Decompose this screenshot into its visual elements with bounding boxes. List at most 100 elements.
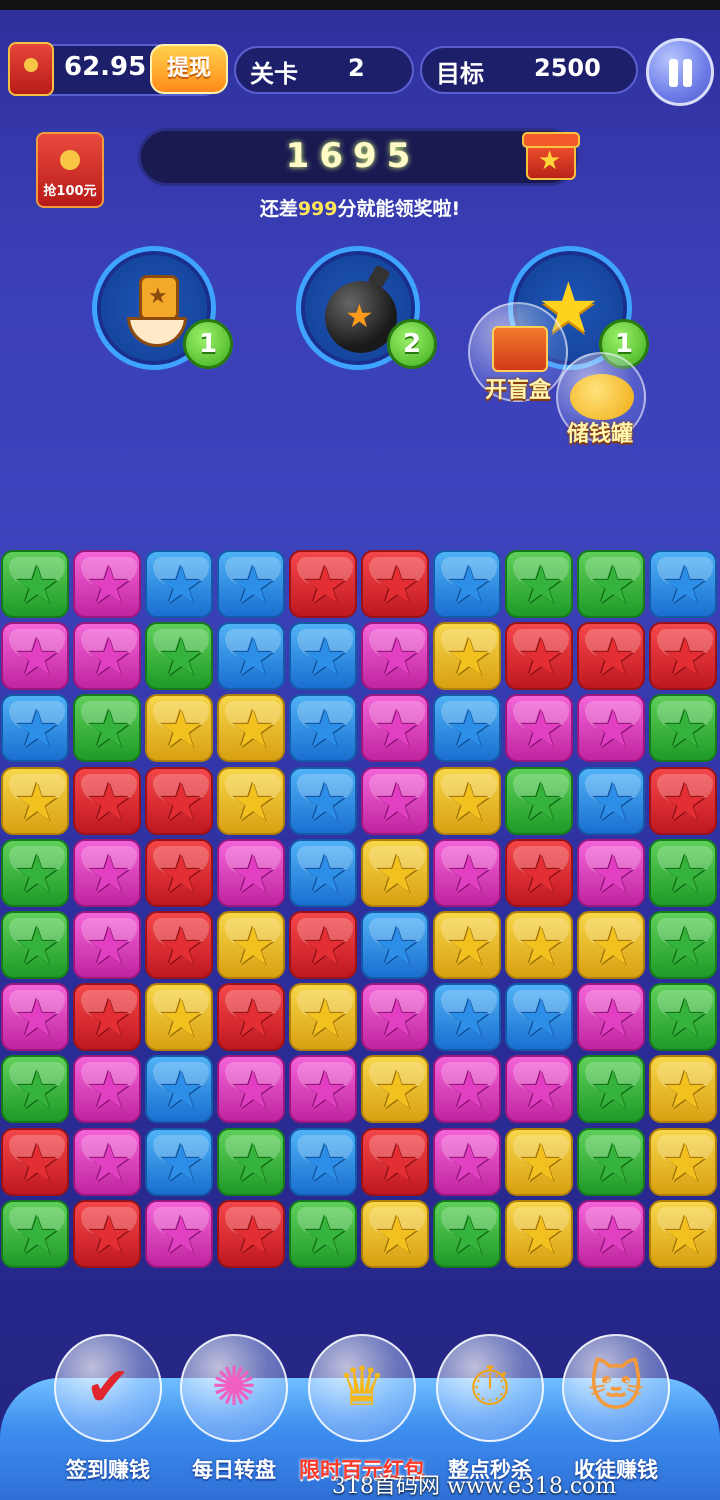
star-tile-blue[interactable]: ★ <box>505 983 573 1051</box>
star-tile-blue[interactable]: ★ <box>289 1128 357 1196</box>
star-tile-pink[interactable]: ★ <box>289 1055 357 1123</box>
star-tile-red[interactable]: ★ <box>577 622 645 690</box>
star-tile-blue[interactable]: ★ <box>649 550 717 618</box>
star-tile-red[interactable]: ★ <box>289 911 357 979</box>
star-tile-blue[interactable]: ★ <box>289 767 357 835</box>
star-tile-pink[interactable]: ★ <box>73 622 141 690</box>
star-tile-yellow[interactable]: ★ <box>577 911 645 979</box>
star-tile-pink[interactable]: ★ <box>505 694 573 762</box>
star-tile-blue[interactable]: ★ <box>289 839 357 907</box>
star-tile-yellow[interactable]: ★ <box>361 1055 429 1123</box>
star-tile-pink[interactable]: ★ <box>73 1128 141 1196</box>
star-tile-pink[interactable]: ★ <box>1 983 69 1051</box>
bomb-booster-button[interactable]: ★ 2 <box>296 246 437 370</box>
pause-button[interactable] <box>646 38 714 106</box>
brush-booster-button[interactable]: ★ 1 <box>92 246 233 370</box>
star-tile-pink[interactable]: ★ <box>577 1200 645 1268</box>
star-tile-pink[interactable]: ★ <box>73 1055 141 1123</box>
star-tile-green[interactable]: ★ <box>577 1055 645 1123</box>
star-tile-green[interactable]: ★ <box>433 1200 501 1268</box>
star-tile-pink[interactable]: ★ <box>433 1128 501 1196</box>
star-tile-blue[interactable]: ★ <box>145 1128 213 1196</box>
star-tile-red[interactable]: ★ <box>145 911 213 979</box>
star-tile-blue[interactable]: ★ <box>433 550 501 618</box>
star-tile-red[interactable]: ★ <box>361 550 429 618</box>
star-tile-green[interactable]: ★ <box>505 767 573 835</box>
star-tile-pink[interactable]: ★ <box>217 839 285 907</box>
star-tile-green[interactable]: ★ <box>505 550 573 618</box>
star-tile-yellow[interactable]: ★ <box>649 1128 717 1196</box>
star-tile-green[interactable]: ★ <box>649 839 717 907</box>
star-tile-yellow[interactable]: ★ <box>433 622 501 690</box>
star-tile-pink[interactable]: ★ <box>73 911 141 979</box>
star-tile-blue[interactable]: ★ <box>433 694 501 762</box>
star-tile-blue[interactable]: ★ <box>289 694 357 762</box>
star-tile-green[interactable]: ★ <box>73 694 141 762</box>
star-tile-blue[interactable]: ★ <box>1 694 69 762</box>
star-tile-red[interactable]: ★ <box>505 622 573 690</box>
star-tile-pink[interactable]: ★ <box>361 694 429 762</box>
star-tile-yellow[interactable]: ★ <box>361 839 429 907</box>
star-tile-yellow[interactable]: ★ <box>505 911 573 979</box>
star-tile-red[interactable]: ★ <box>73 983 141 1051</box>
star-tile-pink[interactable]: ★ <box>433 839 501 907</box>
star-tile-pink[interactable]: ★ <box>361 622 429 690</box>
star-tile-pink[interactable]: ★ <box>145 1200 213 1268</box>
star-tile-red[interactable]: ★ <box>505 839 573 907</box>
star-tile-red[interactable]: ★ <box>73 1200 141 1268</box>
star-tile-yellow[interactable]: ★ <box>145 694 213 762</box>
star-tile-yellow[interactable]: ★ <box>217 911 285 979</box>
star-tile-red[interactable]: ★ <box>289 550 357 618</box>
star-tile-green[interactable]: ★ <box>289 1200 357 1268</box>
star-tile-green[interactable]: ★ <box>1 839 69 907</box>
star-tile-green[interactable]: ★ <box>577 1128 645 1196</box>
star-tile-pink[interactable]: ★ <box>217 1055 285 1123</box>
star-tile-yellow[interactable]: ★ <box>433 767 501 835</box>
star-tile-yellow[interactable]: ★ <box>649 1055 717 1123</box>
star-tile-red[interactable]: ★ <box>145 767 213 835</box>
star-tile-red[interactable]: ★ <box>217 983 285 1051</box>
star-tile-yellow[interactable]: ★ <box>433 911 501 979</box>
star-tile-blue[interactable]: ★ <box>433 983 501 1051</box>
star-tile-green[interactable]: ★ <box>1 1055 69 1123</box>
star-tile-pink[interactable]: ★ <box>577 694 645 762</box>
star-tile-yellow[interactable]: ★ <box>649 1200 717 1268</box>
redpack-icon[interactable] <box>8 42 54 96</box>
nav-item-0[interactable]: ✔ 签到赚钱 <box>48 1334 168 1500</box>
star-tile-green[interactable]: ★ <box>649 911 717 979</box>
nav-item-1[interactable]: ✺ 每日转盘 <box>174 1334 294 1500</box>
star-tile-red[interactable]: ★ <box>217 1200 285 1268</box>
star-tile-green[interactable]: ★ <box>145 622 213 690</box>
star-tile-yellow[interactable]: ★ <box>217 767 285 835</box>
star-tile-red[interactable]: ★ <box>73 767 141 835</box>
star-tile-yellow[interactable]: ★ <box>217 694 285 762</box>
star-tile-green[interactable]: ★ <box>1 1200 69 1268</box>
star-tile-blue[interactable]: ★ <box>289 622 357 690</box>
star-tile-blue[interactable]: ★ <box>217 550 285 618</box>
star-tile-pink[interactable]: ★ <box>73 839 141 907</box>
star-tile-yellow[interactable]: ★ <box>145 983 213 1051</box>
star-tile-yellow[interactable]: ★ <box>505 1128 573 1196</box>
star-tile-yellow[interactable]: ★ <box>1 767 69 835</box>
star-tile-red[interactable]: ★ <box>649 767 717 835</box>
star-tile-pink[interactable]: ★ <box>361 767 429 835</box>
star-tile-pink[interactable]: ★ <box>577 839 645 907</box>
star-tile-red[interactable]: ★ <box>649 622 717 690</box>
star-tile-pink[interactable]: ★ <box>505 1055 573 1123</box>
star-tile-green[interactable]: ★ <box>217 1128 285 1196</box>
withdraw-button[interactable]: 提现 <box>150 44 228 94</box>
star-tile-yellow[interactable]: ★ <box>289 983 357 1051</box>
star-tile-green[interactable]: ★ <box>1 911 69 979</box>
star-tile-pink[interactable]: ★ <box>1 622 69 690</box>
star-tile-yellow[interactable]: ★ <box>505 1200 573 1268</box>
star-tile-green[interactable]: ★ <box>1 550 69 618</box>
star-tile-pink[interactable]: ★ <box>361 983 429 1051</box>
star-tile-red[interactable]: ★ <box>361 1128 429 1196</box>
star-tile-green[interactable]: ★ <box>577 550 645 618</box>
star-tile-blue[interactable]: ★ <box>361 911 429 979</box>
star-tile-blue[interactable]: ★ <box>577 767 645 835</box>
star-tile-blue[interactable]: ★ <box>145 550 213 618</box>
gift-box-icon[interactable]: ★ <box>522 122 580 182</box>
star-tile-green[interactable]: ★ <box>649 694 717 762</box>
star-tile-blue[interactable]: ★ <box>145 1055 213 1123</box>
